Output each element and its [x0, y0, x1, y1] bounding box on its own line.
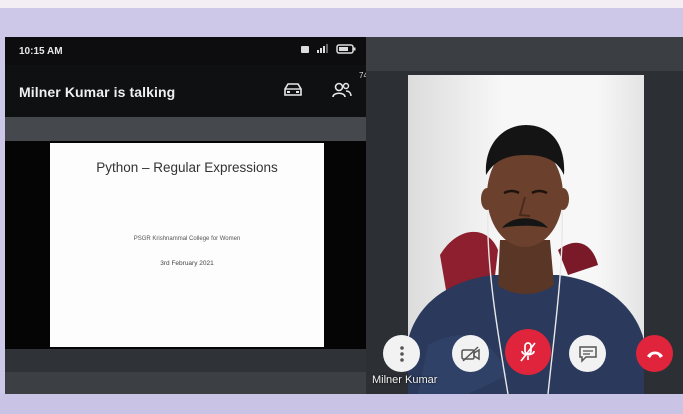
slide-date: 3rd February 2021: [160, 260, 214, 267]
status-bar: 10:15 AM: [5, 37, 366, 65]
phone-meeting-view: 10:15 AM Milner Kumar is talking 74 Pyth…: [5, 37, 366, 394]
chat-button[interactable]: [569, 335, 606, 372]
slide-subtitle: PSGR Krishnammal College for Women: [133, 236, 241, 242]
toolbar-strip: [5, 117, 366, 141]
participant-name-label: Milner Kumar: [372, 374, 438, 386]
more-options-button[interactable]: [383, 335, 420, 372]
status-time: 10:15 AM: [19, 46, 63, 57]
camera-toggle-button[interactable]: [452, 335, 489, 372]
camera-off-icon: [460, 345, 480, 362]
hang-up-button[interactable]: [636, 335, 673, 372]
mute-button[interactable]: [505, 329, 551, 375]
screenshot-frame: 10:15 AM Milner Kumar is talking 74 Pyth…: [0, 0, 683, 414]
switch-audio-button[interactable]: [281, 79, 305, 101]
slide-title: Python – Regular Expressions: [96, 160, 278, 175]
top-border: [0, 0, 683, 8]
battery-icon: [336, 44, 356, 54]
participants-count: 74: [359, 71, 366, 80]
alarm-icon: [301, 46, 309, 53]
shared-screen: Python – Regular Expressions PSGR Krishn…: [5, 141, 366, 349]
bottom-bar-lower: [5, 372, 366, 394]
hang-up-icon: [646, 351, 663, 358]
talking-indicator: Milner Kumar is talking: [19, 84, 176, 100]
status-icons: [300, 44, 356, 54]
signal-icon: [317, 44, 328, 53]
participants-button[interactable]: [330, 79, 354, 101]
more-options-icon: [399, 345, 404, 362]
presentation-slide: Python – Regular Expressions PSGR Krishn…: [50, 143, 324, 347]
chat-icon: [578, 345, 597, 363]
participants-icon: [332, 82, 352, 98]
call-header: Milner Kumar is talking 74: [5, 65, 366, 117]
participant-video-panel: Milner Kumar: [366, 37, 683, 394]
video-top-strip: [366, 37, 683, 71]
mic-muted-icon: [520, 342, 536, 362]
bottom-border: [0, 394, 683, 414]
car-mode-icon: [284, 83, 302, 96]
